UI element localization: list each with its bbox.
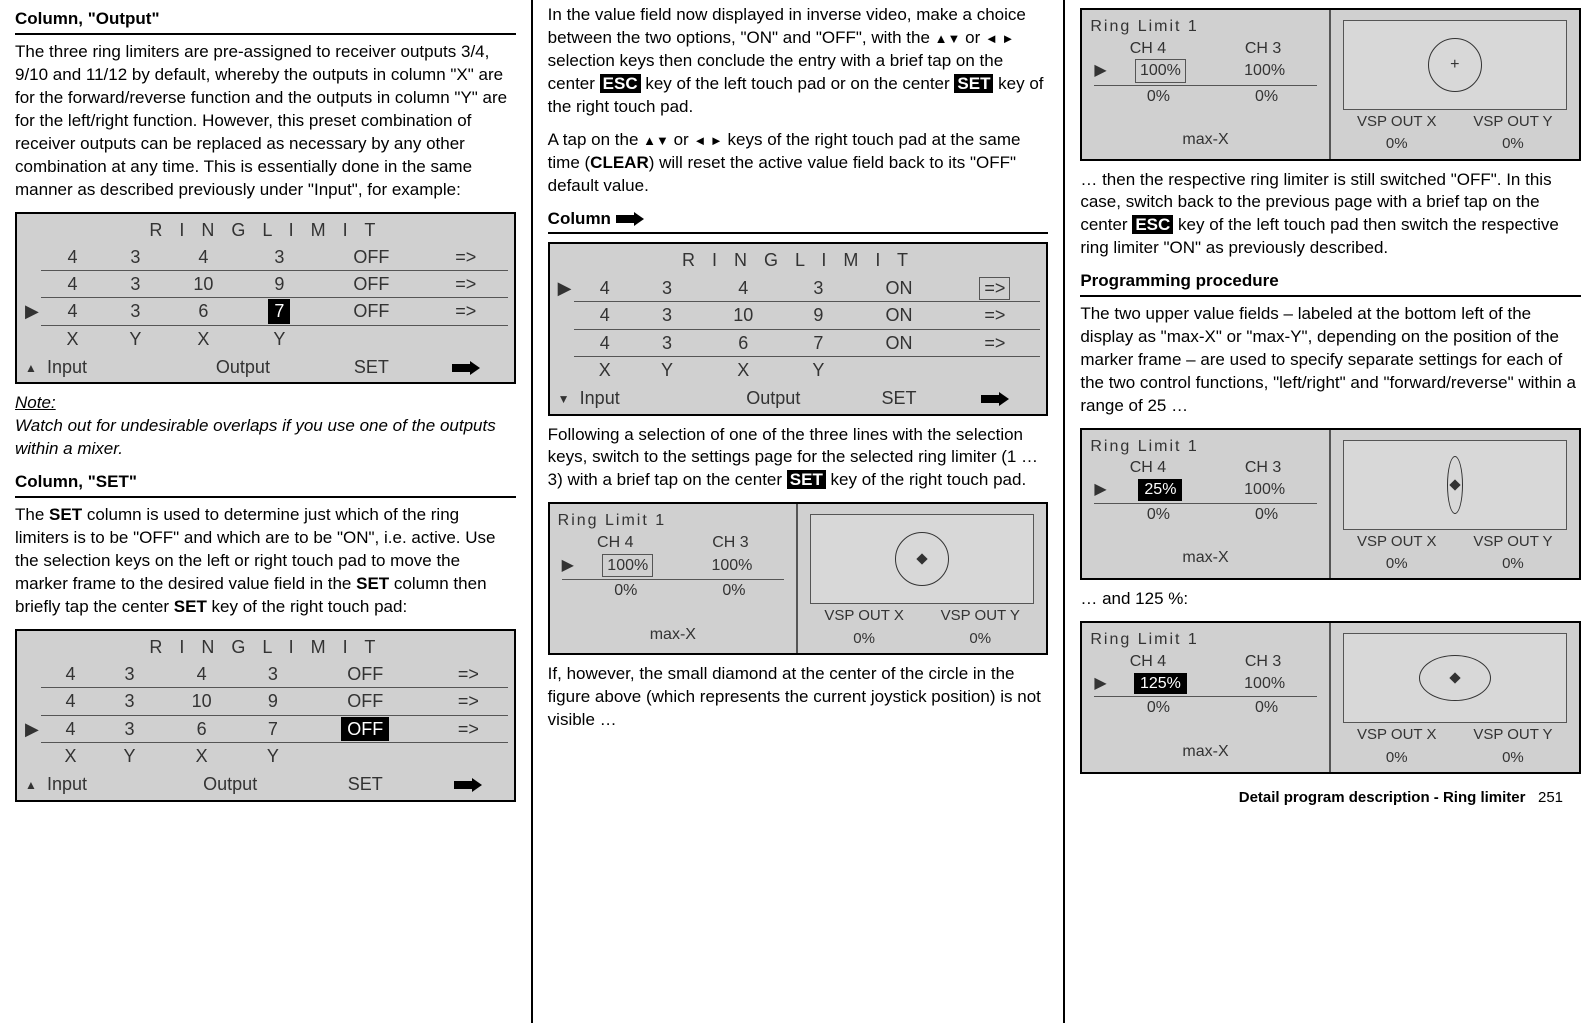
table-row: ▶ 43 67 OFF=> xyxy=(23,298,508,325)
go-arrow-icon xyxy=(452,361,480,375)
heading-procedure: Programming procedure xyxy=(1080,270,1581,297)
lcd-title: R I N G L I M I T xyxy=(23,218,508,242)
vspx-label: VSP OUT X xyxy=(806,606,922,626)
ring-title: Ring Limit 1 xyxy=(1090,16,1320,38)
joystick-graph: + xyxy=(1343,20,1567,110)
para-following: Following a selection of one of the thre… xyxy=(548,424,1049,493)
para-procedure: The two upper value fields – labeled at … xyxy=(1080,303,1581,418)
table-row: ▶ 43 67 OFF=> xyxy=(23,715,508,742)
value-cell: 25% xyxy=(1138,479,1182,501)
maxx-label: max-X xyxy=(558,624,788,646)
ring-limit-display-3: Ring Limit 1 CH 4 CH 3 ▶ 25% 100% 0% 0% xyxy=(1080,428,1581,581)
page-footer: Detail program description - Ring limite… xyxy=(1080,782,1581,808)
ring-limit-display-2: Ring Limit 1 CH 4 CH 3 ▶ 100% 100% 0% 0% xyxy=(1080,8,1581,161)
para-125: … and 125 %: xyxy=(1080,588,1581,611)
table-row: 43 109 OFF=> xyxy=(23,688,508,715)
ch4-label: CH 4 xyxy=(558,532,673,554)
ring-title: Ring Limit 1 xyxy=(558,510,788,532)
heading-set: Column, "SET" xyxy=(15,471,516,498)
heading-output: Column, "Output" xyxy=(15,8,516,35)
table-row: XY XY xyxy=(556,356,1041,383)
column-1: Column, "Output" The three ring limiters… xyxy=(0,0,531,1023)
go-arrow-icon xyxy=(981,392,1009,406)
joystick-graph xyxy=(1343,633,1567,723)
lcd-title: R I N G L I M I T xyxy=(23,635,508,659)
value-cell: 125% xyxy=(1134,673,1187,695)
esc-key-icon: ESC xyxy=(1132,215,1173,234)
esc-key-icon: ESC xyxy=(600,74,641,93)
lcd-table-3: R I N G L I M I T ▶ 43 43 ON=> 43 109 ON… xyxy=(548,242,1049,415)
lcd-footer: ▼ Input Output SET xyxy=(556,383,1041,411)
go-arrow-icon xyxy=(616,212,644,226)
para-clear: A tap on the ▲▼ or ◄ ► keys of the right… xyxy=(548,129,1049,198)
para-set: The SET column is used to determine just… xyxy=(15,504,516,619)
table-row: 43 43 OFF=> xyxy=(23,661,508,688)
plus-icon: + xyxy=(1450,54,1459,76)
table-row: 43 67 ON=> xyxy=(556,329,1041,356)
table-row: ▶ 43 43 ON=> xyxy=(556,275,1041,302)
joystick-graph xyxy=(1343,440,1567,530)
joystick-graph xyxy=(810,514,1034,604)
lcd-table-2: R I N G L I M I T 43 43 OFF=> 43 109 OFF… xyxy=(15,629,516,802)
value-cell: 100% xyxy=(602,554,653,578)
set-key-icon: SET xyxy=(954,74,993,93)
lcd-footer: ▲ Input Output SET xyxy=(23,352,508,380)
column-2: In the value field now displayed in inve… xyxy=(531,0,1064,1023)
table-row: XY XY xyxy=(23,325,508,352)
column-3: Ring Limit 1 CH 4 CH 3 ▶ 100% 100% 0% 0% xyxy=(1063,0,1596,1023)
table-row: 43 109 OFF=> xyxy=(23,271,508,298)
heading-column-arrow: Column xyxy=(548,208,1049,235)
ch3-label: CH 3 xyxy=(673,532,788,554)
lcd-footer: ▲ Input Output SET xyxy=(23,769,508,797)
value-cell: 100% xyxy=(1135,59,1186,83)
para-output: The three ring limiters are pre-assigned… xyxy=(15,41,516,202)
value-cell: 100% xyxy=(680,555,784,577)
lcd-title: R I N G L I M I T xyxy=(556,248,1041,272)
go-arrow-icon xyxy=(454,778,482,792)
table-row: 43 109 ON=> xyxy=(556,302,1041,329)
table-row: XY XY xyxy=(23,742,508,769)
para-still-off: … then the respective ring limiter is st… xyxy=(1080,169,1581,261)
ring-limit-display-4: Ring Limit 1 CH 4 CH 3 ▶ 125% 100% 0% 0% xyxy=(1080,621,1581,774)
ring-limit-display-1: Ring Limit 1 CH 4 CH 3 ▶ 100% 100% 0% 0% xyxy=(548,502,1049,655)
set-key-icon: SET xyxy=(787,470,826,489)
para-diamond: If, however, the small diamond at the ce… xyxy=(548,663,1049,732)
para-on-off: In the value field now displayed in inve… xyxy=(548,4,1049,119)
table-row: 43 43 OFF=> xyxy=(23,244,508,271)
lcd-table-1: R I N G L I M I T 43 43 OFF=> 43 109 OFF… xyxy=(15,212,516,385)
note: Note: Watch out for undesirable overlaps… xyxy=(15,392,516,461)
vspy-label: VSP OUT Y xyxy=(922,606,1038,626)
